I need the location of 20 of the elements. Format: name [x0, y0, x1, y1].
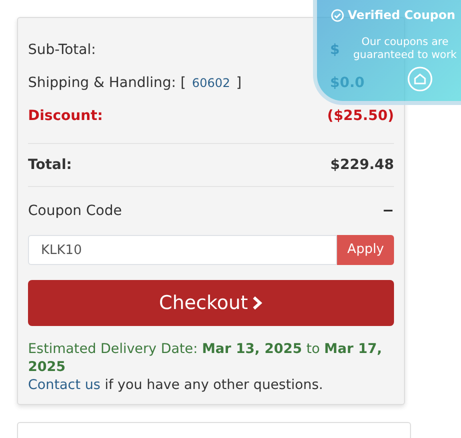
apply-button[interactable]: Apply [337, 235, 394, 265]
zip-code-link[interactable]: 60602 [192, 76, 230, 90]
summary-value: $0.0 [330, 75, 365, 91]
delivery-date-text: Estimated Delivery Date: Mar 13, 2025 to Mar 17, 2025 [28, 340, 383, 376]
coupon-input-field[interactable]: KLK10 [28, 235, 338, 265]
badge-title: Verified Coupon [348, 7, 456, 24]
summary-label: Total: [28, 156, 72, 175]
coupon-code-label: Coupon Code [28, 202, 122, 220]
contact-link[interactable]: Contact us [28, 377, 100, 393]
summary-label: Shipping & Handling: [ [28, 75, 186, 91]
contact-text: if you have any other questions. [104, 377, 324, 393]
summary-label: Sub-Total: [28, 41, 96, 60]
summary-label: Discount: [28, 107, 103, 126]
badge-text: Our coupons are guaranteed to work [352, 36, 458, 62]
bracket-text: ] [236, 75, 242, 91]
summary-value: $ [330, 42, 340, 58]
summary-value: $229.48 [330, 156, 394, 175]
checkout-button[interactable]: Checkout [28, 280, 394, 326]
collapse-toggle[interactable]: − [382, 200, 394, 222]
summary-value: ($25.50) [327, 107, 394, 126]
